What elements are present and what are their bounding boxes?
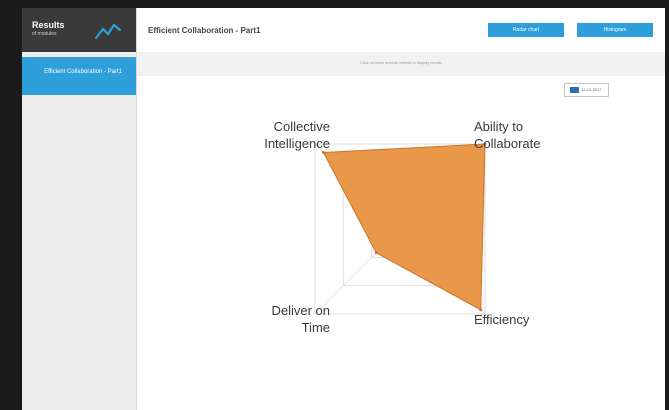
legend-date-label: 12-10-2017 <box>581 87 602 92</box>
radar-chart-svg <box>314 142 487 315</box>
axis-label-line: Deliver on <box>271 303 330 318</box>
radar-series-area <box>322 143 486 311</box>
axis-label-ability-to-collaborate[interactable]: Ability to Collaborate <box>474 118 541 152</box>
axis-label-collective-intelligence[interactable]: Collective Intelligence <box>264 118 330 152</box>
axis-label-line: Efficiency <box>474 312 530 327</box>
axis-label-line: Ability to <box>474 119 524 134</box>
axis-label-line: Intelligence <box>264 136 330 151</box>
axis-label-line: Time <box>301 320 330 335</box>
legend-date-chip[interactable]: 12-10-2017 <box>564 83 609 97</box>
legend-color-swatch <box>570 87 579 93</box>
axis-label-deliver-on-time[interactable]: Deliver on Time <box>271 302 330 336</box>
axis-label-line: Collective <box>273 119 330 134</box>
axis-label-line: Collaborate <box>474 136 541 151</box>
axis-label-efficiency[interactable]: Efficiency <box>474 311 529 328</box>
radar-data-point <box>374 251 378 255</box>
